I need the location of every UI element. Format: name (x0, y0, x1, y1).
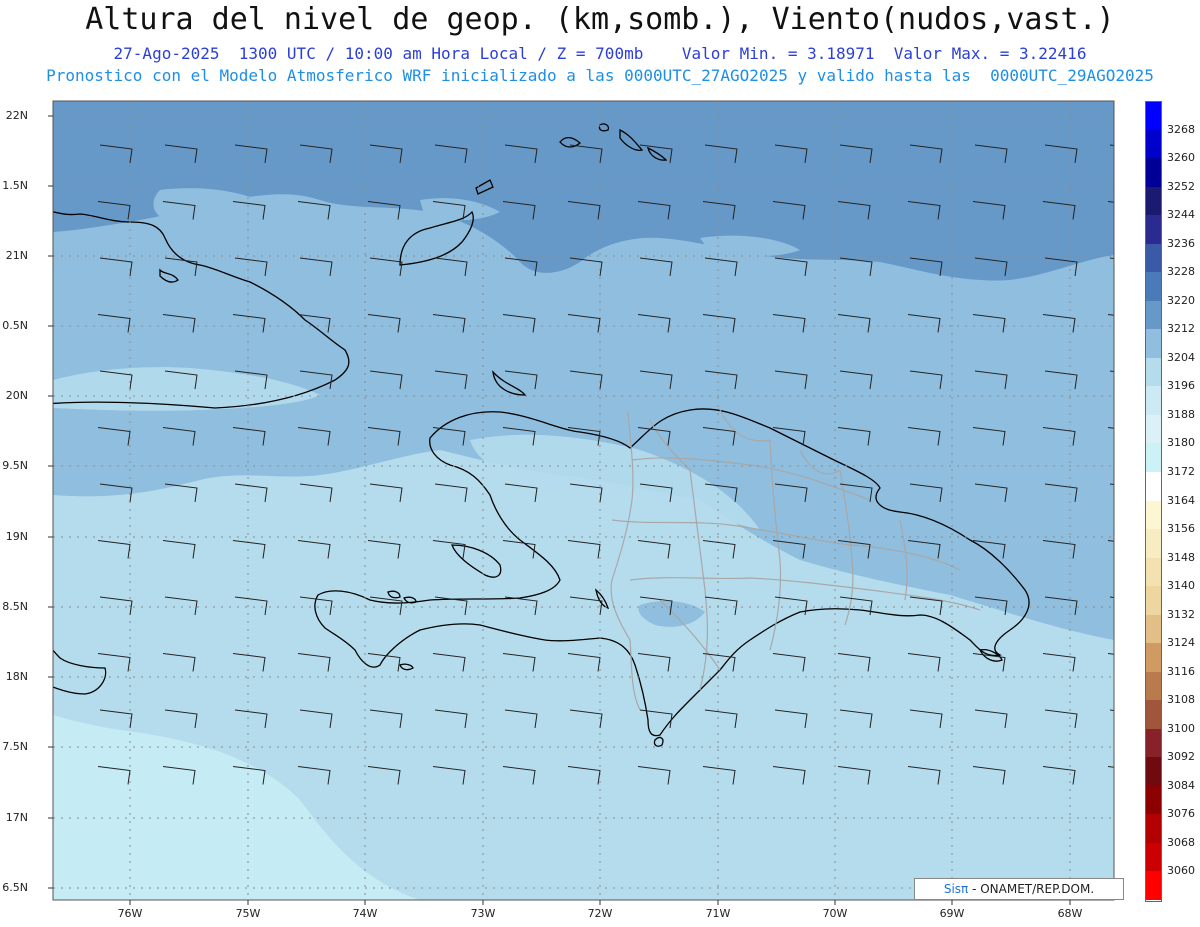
legend-label: 3092 (1167, 750, 1195, 764)
geopotential-wind-map (48, 100, 1115, 905)
legend-label: 3140 (1167, 579, 1195, 593)
legend-label: 3116 (1167, 664, 1195, 678)
legend-label: 3212 (1167, 322, 1195, 336)
lat-label: 22N (5, 109, 28, 122)
legend-label: 3188 (1167, 407, 1195, 421)
lat-label: 6.5N (2, 881, 28, 894)
legend-label: 3244 (1167, 208, 1195, 222)
legend-label: 3172 (1167, 464, 1195, 478)
lat-label: 8.5N (2, 600, 28, 613)
lon-label: 70W (822, 907, 848, 920)
lat-label: 7.5N (2, 740, 28, 753)
legend-label: 3100 (1167, 721, 1195, 735)
legend-label: 3236 (1167, 236, 1195, 250)
lat-label: 19N (5, 530, 28, 543)
lat-label: 9.5N (2, 459, 28, 472)
lon-label: 74W (352, 907, 378, 920)
brand-logo-text: Sisπ (943, 882, 969, 896)
lon-label: 68W (1057, 907, 1083, 920)
legend-label: 3228 (1167, 265, 1195, 279)
legend-label: 3156 (1167, 522, 1195, 536)
lon-label: 73W (470, 907, 496, 920)
lat-label: 0.5N (2, 319, 28, 332)
legend-label: 3084 (1167, 778, 1195, 792)
lon-label: 75W (235, 907, 261, 920)
wind-barb (1109, 596, 1114, 599)
legend-label: 3260 (1167, 151, 1195, 165)
wind-barb (1109, 257, 1114, 260)
legend-label: 3196 (1167, 379, 1195, 393)
lat-label: 18N (5, 670, 28, 683)
legend-label: 3132 (1167, 607, 1195, 621)
lat-label: 20N (5, 389, 28, 402)
lon-label: 69W (939, 907, 965, 920)
lon-label: 72W (587, 907, 613, 920)
lat-label: 17N (5, 811, 28, 824)
wind-barb (1109, 144, 1114, 147)
legend-label: 3076 (1167, 807, 1195, 821)
wind-barb (1109, 709, 1114, 712)
legend-label: 3252 (1167, 179, 1195, 193)
credit-text: - ONAMET/REP.DOM. (968, 882, 1095, 896)
legend-label: 3220 (1167, 293, 1195, 307)
legend-label: 3268 (1167, 122, 1195, 136)
legend-label: 3180 (1167, 436, 1195, 450)
lon-label: 76W (117, 907, 143, 920)
legend-label: 3068 (1167, 835, 1195, 849)
lon-label: 71W (705, 907, 731, 920)
credit-box: Sisπ - ONAMET/REP.DOM. (914, 878, 1124, 900)
legend-label: 3164 (1167, 493, 1195, 507)
wind-barb (1109, 370, 1114, 373)
lat-label: 1.5N (2, 179, 28, 192)
wind-barb (1109, 483, 1114, 486)
legend-label: 3148 (1167, 550, 1195, 564)
legend-label: 3204 (1167, 350, 1195, 364)
legend-label: 3060 (1167, 864, 1195, 878)
lat-label: 21N (5, 249, 28, 262)
legend-frame (1145, 101, 1162, 902)
legend-label: 3124 (1167, 636, 1195, 650)
legend-label: 3108 (1167, 693, 1195, 707)
